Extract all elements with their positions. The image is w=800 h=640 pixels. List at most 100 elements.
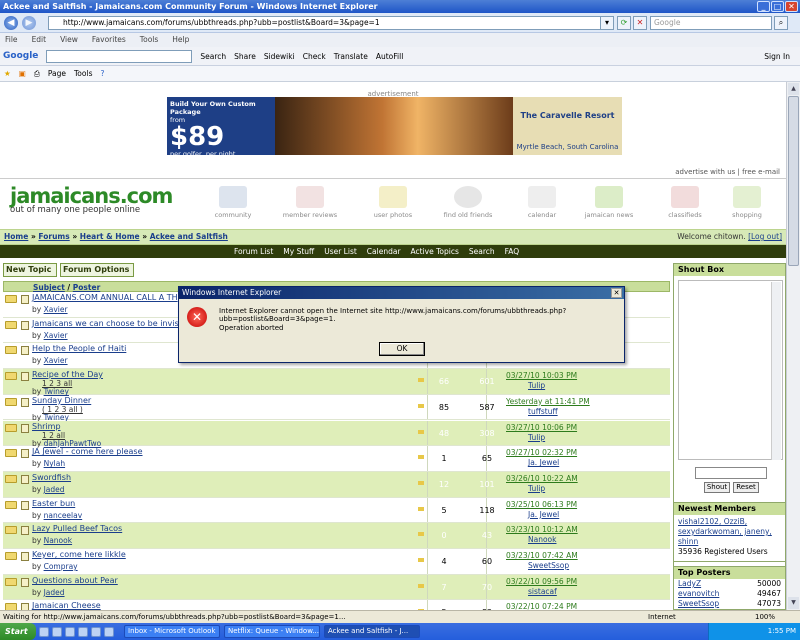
crumb-home[interactable]: Home xyxy=(4,232,28,241)
nav-user-list[interactable]: User List xyxy=(324,245,357,258)
topic-subject-link[interactable]: Shrimp xyxy=(32,422,61,431)
help-icon[interactable]: ? xyxy=(100,69,104,78)
table-row[interactable]: Jamaican Cheeseby 58203/22/10 07:24 PM xyxy=(3,600,670,610)
nav-shopping[interactable]: shopping xyxy=(712,186,782,219)
topic-subject-link[interactable]: Easter bun xyxy=(32,499,75,508)
signin-button[interactable]: Sign In xyxy=(764,52,790,61)
quicklaunch-icon[interactable] xyxy=(39,626,49,637)
topic-subject-link[interactable]: Swordfish xyxy=(32,473,71,482)
last-post-date[interactable]: 03/22/10 09:56 PM xyxy=(506,577,577,586)
topic-poster-link[interactable]: Nylah xyxy=(44,459,65,468)
crumb-forums[interactable]: Forums xyxy=(38,232,69,241)
table-row[interactable]: Sunday Dinner( 1 2 3 all ) by Twiney 85 587… xyxy=(3,394,670,422)
topic-subject-link[interactable]: Jamaicans we can choose to be invisible xyxy=(32,319,193,328)
task-outlook[interactable]: Inbox - Microsoft Outlook xyxy=(124,625,220,638)
print-icon[interactable]: ⎙ xyxy=(34,69,40,79)
search-icon[interactable]: ⌕ xyxy=(774,16,788,30)
shoutbox-scrollbar[interactable] xyxy=(771,282,781,460)
last-post-author-link[interactable]: Nanook xyxy=(528,535,556,544)
table-row[interactable]: JA Jewel - come here please by Nylah 1 65 03… xyxy=(3,446,670,472)
shout-input[interactable] xyxy=(695,467,767,479)
scroll-down-icon[interactable]: ▼ xyxy=(788,597,799,609)
nav-forum-list[interactable]: Forum List xyxy=(234,245,273,258)
banner-ad[interactable]: Build Your Own Custom Package from $89 p… xyxy=(167,97,622,158)
table-row[interactable]: Shrimp 1 2 all by dahJahPawtTwo 48 308 03/27/… xyxy=(3,420,670,448)
last-post-arrow-icon[interactable] xyxy=(418,480,424,485)
feeds-icon[interactable]: ▣ xyxy=(19,69,26,78)
crumb-current[interactable]: Ackee and Saltfish xyxy=(150,232,228,241)
topic-poster-link[interactable]: Xavier xyxy=(44,356,68,365)
last-post-date[interactable]: Yesterday at 11:41 PM xyxy=(506,397,590,406)
zoom-level[interactable]: 100% xyxy=(755,611,775,623)
forum-options-button[interactable]: Forum Options xyxy=(60,263,134,277)
last-post-date[interactable]: 03/23/10 07:42 AM xyxy=(506,551,578,560)
newest-members-list[interactable]: vishal2102, OzziB, sexydarkwoman, janeny… xyxy=(678,517,781,547)
scroll-up-icon[interactable]: ▲ xyxy=(788,83,799,95)
share-button[interactable]: Share xyxy=(234,52,256,61)
last-post-author-link[interactable]: Tulip xyxy=(528,433,545,442)
advertise-link[interactable]: advertise with us xyxy=(675,168,735,176)
last-post-author-link[interactable]: SweetSsop xyxy=(528,561,569,570)
quicklaunch-icon[interactable] xyxy=(52,626,62,637)
table-row[interactable]: Keyer, come here likkle by Compray 4 60 03/2… xyxy=(3,549,670,575)
last-post-date[interactable]: 03/27/10 10:06 PM xyxy=(506,423,577,432)
last-post-date[interactable]: 03/23/10 10:12 AM xyxy=(506,525,578,534)
page-scrollbar[interactable]: ▲ ▼ xyxy=(786,82,800,610)
menu-edit[interactable]: Edit xyxy=(32,33,47,47)
table-row[interactable]: Recipe of the Day 1 2 3 all by Twiney 66 601… xyxy=(3,369,670,396)
menu-tools[interactable]: Tools xyxy=(140,33,158,47)
close-icon[interactable]: ✕ xyxy=(785,1,798,12)
nav-find-old-friends[interactable]: find old friends xyxy=(433,186,503,219)
table-row[interactable]: Lazy Pulled Beef Tacos by Nanook 0 43 03/23/… xyxy=(3,523,670,549)
minimize-icon[interactable]: _ xyxy=(757,1,770,12)
google-search-input[interactable] xyxy=(46,49,193,63)
task-netflix[interactable]: Netflix: Queue - Window... xyxy=(224,625,320,638)
top-poster-name[interactable]: LadyZ xyxy=(678,579,701,589)
topic-subject-link[interactable]: Questions about Pear xyxy=(32,576,118,585)
menu-file[interactable]: File xyxy=(5,33,18,47)
topic-subject-link[interactable]: Lazy Pulled Beef Tacos xyxy=(32,524,122,533)
autofill-button[interactable]: AutoFill xyxy=(376,52,403,61)
last-post-date[interactable]: 03/27/10 02:32 PM xyxy=(506,448,577,457)
topic-poster-link[interactable]: Nanook xyxy=(44,536,72,545)
address-dropdown-icon[interactable]: ▾ xyxy=(600,16,614,30)
nav-search[interactable]: Search xyxy=(469,245,495,258)
back-icon[interactable]: ◀ xyxy=(4,16,18,30)
last-post-arrow-icon[interactable] xyxy=(418,558,424,562)
last-post-arrow-icon[interactable] xyxy=(418,583,424,588)
last-post-date[interactable]: 03/26/10 10:22 AM xyxy=(506,474,578,483)
nav-faq[interactable]: FAQ xyxy=(505,245,520,258)
topic-poster-link[interactable]: Jaded xyxy=(44,485,65,494)
search-input[interactable]: Google xyxy=(650,16,772,30)
nav-community[interactable]: community xyxy=(198,186,268,219)
menu-view[interactable]: View xyxy=(60,33,78,47)
task-ackee[interactable]: Ackee and Saltfish - J... xyxy=(324,625,420,638)
sidewiki-button[interactable]: Sidewiki xyxy=(264,52,295,61)
logout-link[interactable]: [Log out] xyxy=(748,232,782,241)
last-post-author-link[interactable]: Tulip xyxy=(528,381,545,390)
translate-button[interactable]: Translate xyxy=(334,52,368,61)
topic-poster-link[interactable]: Xavier xyxy=(44,331,68,340)
maximize-icon[interactable]: □ xyxy=(771,1,784,12)
check-button[interactable]: Check xyxy=(303,52,326,61)
topic-subject-link[interactable]: Jamaican Cheese xyxy=(32,601,101,610)
nav-calendar-link[interactable]: Calendar xyxy=(367,245,401,258)
crumb-heart-home[interactable]: Heart & Home xyxy=(80,232,140,241)
menu-favorites[interactable]: Favorites xyxy=(92,33,126,47)
topic-subject-link[interactable]: Keyer, come here likkle xyxy=(32,550,126,559)
topic-subject-link[interactable]: JAMAICANS.COM ANNUAL CALL A TH xyxy=(32,293,178,302)
table-row[interactable]: Questions about Pear by Jaded 7 70 03/22/10 … xyxy=(3,574,670,601)
quicklaunch-icon[interactable] xyxy=(65,626,75,637)
site-logo[interactable]: jamaicans.com out of many one people onl… xyxy=(10,186,173,220)
last-post-author-link[interactable]: Ja. Jewel xyxy=(528,510,559,519)
last-post-author-link[interactable]: sistacaf xyxy=(528,587,557,596)
subject-header[interactable]: Subject xyxy=(33,283,65,292)
stop-icon[interactable]: ✕ xyxy=(633,16,647,30)
nav-classifieds[interactable]: classifieds xyxy=(650,186,720,219)
table-row[interactable]: Easter bun by nanceelav 5 118 03/25/10 06:13… xyxy=(3,497,670,524)
menu-help[interactable]: Help xyxy=(172,33,189,47)
topic-subject-link[interactable]: JA Jewel - come here please xyxy=(32,447,143,456)
nav-calendar[interactable]: calendar xyxy=(507,186,577,219)
quicklaunch-icon[interactable] xyxy=(91,626,101,637)
last-post-date[interactable]: 03/25/10 06:13 PM xyxy=(506,500,577,509)
